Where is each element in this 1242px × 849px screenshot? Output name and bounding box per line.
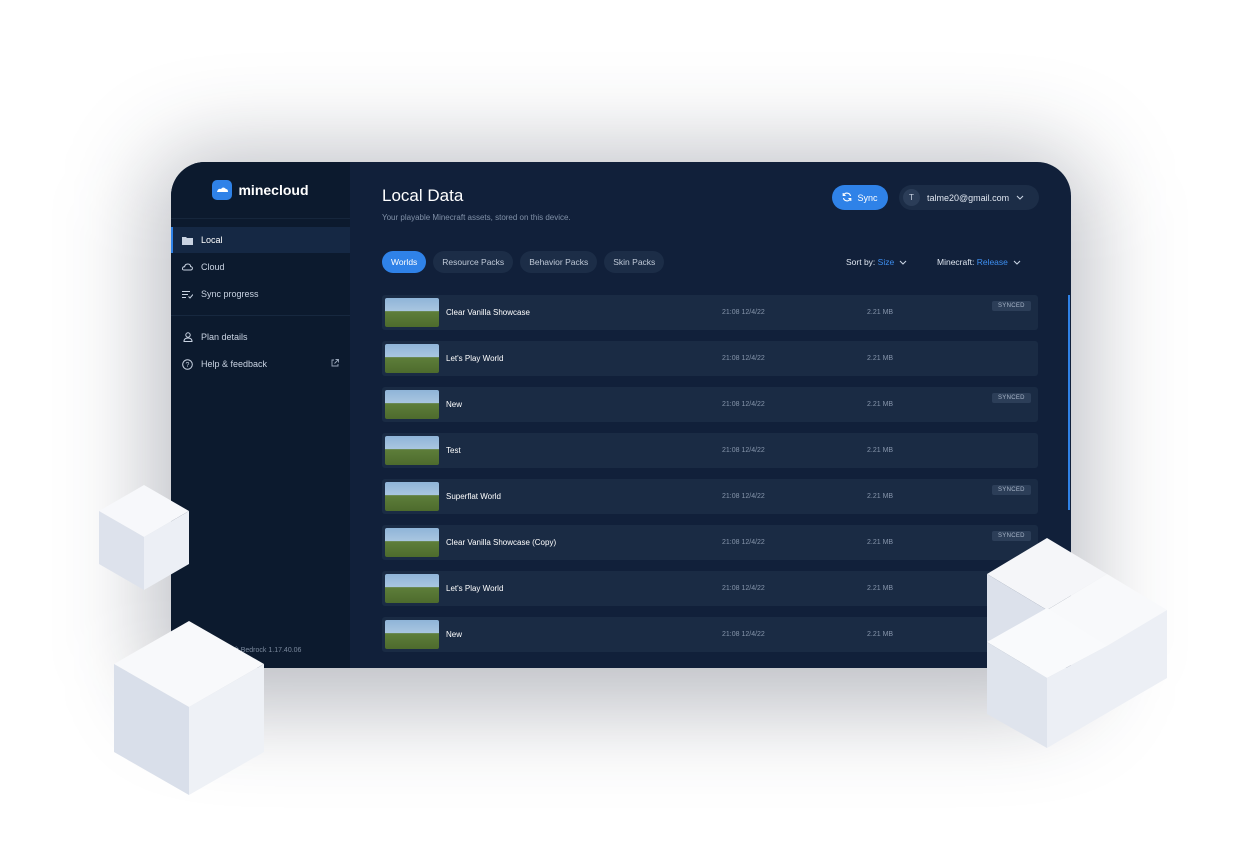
cloud-icon [182, 262, 193, 273]
world-row[interactable]: Clear Vanilla Showcase (Copy) 21:08 12/4/… [382, 525, 1038, 560]
tab-behavior-packs[interactable]: Behavior Packs [520, 251, 598, 273]
chevron-down-icon [1016, 195, 1024, 200]
synced-badge: SYNCED [992, 301, 1031, 311]
external-link-icon [331, 359, 339, 369]
sidebar-item-plan-details[interactable]: Plan details [171, 324, 350, 350]
world-size: 2.21 MB [867, 631, 894, 638]
cube-cluster-decoration [987, 538, 1167, 748]
svg-text:?: ? [186, 362, 190, 369]
sync-progress-icon [182, 289, 193, 300]
sidebar-item-local[interactable]: Local [171, 227, 350, 253]
world-row[interactable]: Let's Play World 21:08 12/4/22 2.21 MB [382, 341, 1038, 376]
world-thumbnail [385, 344, 439, 373]
world-size: 2.21 MB [867, 585, 894, 592]
synced-badge: SYNCED [992, 393, 1031, 403]
sort-label: Sort by: [846, 257, 876, 267]
chevron-down-icon [899, 260, 907, 265]
world-row[interactable]: Let's Play World 21:08 12/4/22 2.21 MB [382, 571, 1038, 606]
world-row[interactable]: Superflat World 21:08 12/4/22 2.21 MB SYNCE… [382, 479, 1038, 514]
tab-skin-packs[interactable]: Skin Packs [604, 251, 665, 273]
brand-logo[interactable]: minecloud [171, 162, 350, 219]
sidebar-divider [171, 315, 350, 316]
sidebar-item-sync-progress[interactable]: Sync progress [171, 281, 350, 307]
world-list: Clear Vanilla Showcase 21:08 12/4/22 2.21 … [382, 295, 1038, 663]
world-name: Clear Vanilla Showcase (Copy) [446, 538, 557, 547]
world-row[interactable]: New 21:08 12/4/22 2.21 MB SYNCED [382, 387, 1038, 422]
help-icon: ? [182, 358, 193, 370]
sidebar-item-cloud[interactable]: Cloud [171, 254, 350, 280]
world-size: 2.21 MB [867, 355, 894, 362]
world-size: 2.21 MB [867, 401, 894, 408]
sync-button[interactable]: Sync [832, 185, 888, 210]
synced-badge: SYNCED [992, 485, 1031, 495]
world-thumbnail [385, 298, 439, 327]
world-modified-time: 21:08 12/4/22 [722, 447, 765, 454]
world-modified-time: 21:08 12/4/22 [722, 493, 765, 500]
tab-worlds[interactable]: Worlds [382, 251, 427, 273]
brand-name: minecloud [238, 182, 309, 198]
world-name: Let's Play World [446, 354, 504, 363]
main-content: Local Data Your playable Minecraft asset… [350, 162, 1071, 668]
sidebar-item-label: Plan details [201, 332, 248, 342]
minecraft-label: Minecraft: [937, 257, 975, 267]
world-modified-time: 21:08 12/4/22 [722, 401, 765, 408]
cube-decoration [114, 621, 264, 795]
user-icon [182, 332, 193, 343]
sidebar-item-label: Cloud [201, 262, 225, 272]
world-name: Let's Play World [446, 584, 504, 593]
minecraft-version-dropdown[interactable]: Minecraft: Release [937, 257, 1021, 267]
minecraft-value: Release [976, 257, 1008, 267]
world-modified-time: 21:08 12/4/22 [722, 309, 765, 316]
world-size: 2.21 MB [867, 447, 894, 454]
chevron-down-icon [1013, 260, 1021, 265]
world-name: Test [446, 446, 461, 455]
world-row[interactable]: Clear Vanilla Showcase 21:08 12/4/22 2.21 … [382, 295, 1038, 330]
sidebar-item-label: Help & feedback [201, 359, 268, 369]
sidebar-item-label: Local [201, 235, 223, 245]
world-thumbnail [385, 528, 439, 557]
scrollbar[interactable] [1068, 295, 1070, 510]
world-thumbnail [385, 620, 439, 649]
sort-dropdown[interactable]: Sort by: Size [846, 257, 907, 267]
world-name: New [446, 400, 463, 409]
folder-icon [182, 235, 193, 246]
world-thumbnail [385, 482, 439, 511]
app-window: minecloud Local Cloud Sync progress Plan… [171, 162, 1071, 668]
world-row[interactable]: New 21:08 12/4/22 2.21 MB [382, 617, 1038, 652]
tab-resource-packs[interactable]: Resource Packs [433, 251, 514, 273]
world-thumbnail [385, 436, 439, 465]
sidebar-item-label: Sync progress [201, 289, 259, 299]
sidebar: minecloud Local Cloud Sync progress Plan… [171, 162, 350, 668]
world-name: Clear Vanilla Showcase [446, 308, 530, 317]
sync-icon [842, 192, 852, 204]
world-modified-time: 21:08 12/4/22 [722, 585, 765, 592]
world-row[interactable]: Test 21:08 12/4/22 2.21 MB [382, 433, 1038, 468]
world-size: 2.21 MB [867, 493, 894, 500]
world-name: Superflat World [446, 492, 501, 501]
world-thumbnail [385, 390, 439, 419]
page-title: Local Data [382, 186, 464, 205]
avatar: T [903, 189, 920, 206]
sidebar-item-help-feedback[interactable]: ? Help & feedback [171, 351, 350, 377]
world-name: New [446, 630, 463, 639]
minecloud-logo-icon [212, 180, 233, 200]
world-modified-time: 21:08 12/4/22 [722, 631, 765, 638]
sync-label: Sync [857, 192, 878, 203]
world-size: 2.21 MB [867, 539, 894, 546]
world-thumbnail [385, 574, 439, 603]
world-size: 2.21 MB [867, 309, 894, 316]
cube-decoration [99, 485, 189, 590]
sort-value: Size [877, 257, 895, 267]
world-modified-time: 21:08 12/4/22 [722, 539, 765, 546]
account-email: talme20@gmail.com [927, 192, 1010, 203]
world-modified-time: 21:08 12/4/22 [722, 355, 765, 362]
account-menu[interactable]: T talme20@gmail.com [899, 185, 1039, 210]
page-subtitle: Your playable Minecraft assets, stored o… [382, 213, 571, 222]
asset-tabs: Worlds Resource Packs Behavior Packs Ski… [382, 251, 665, 273]
